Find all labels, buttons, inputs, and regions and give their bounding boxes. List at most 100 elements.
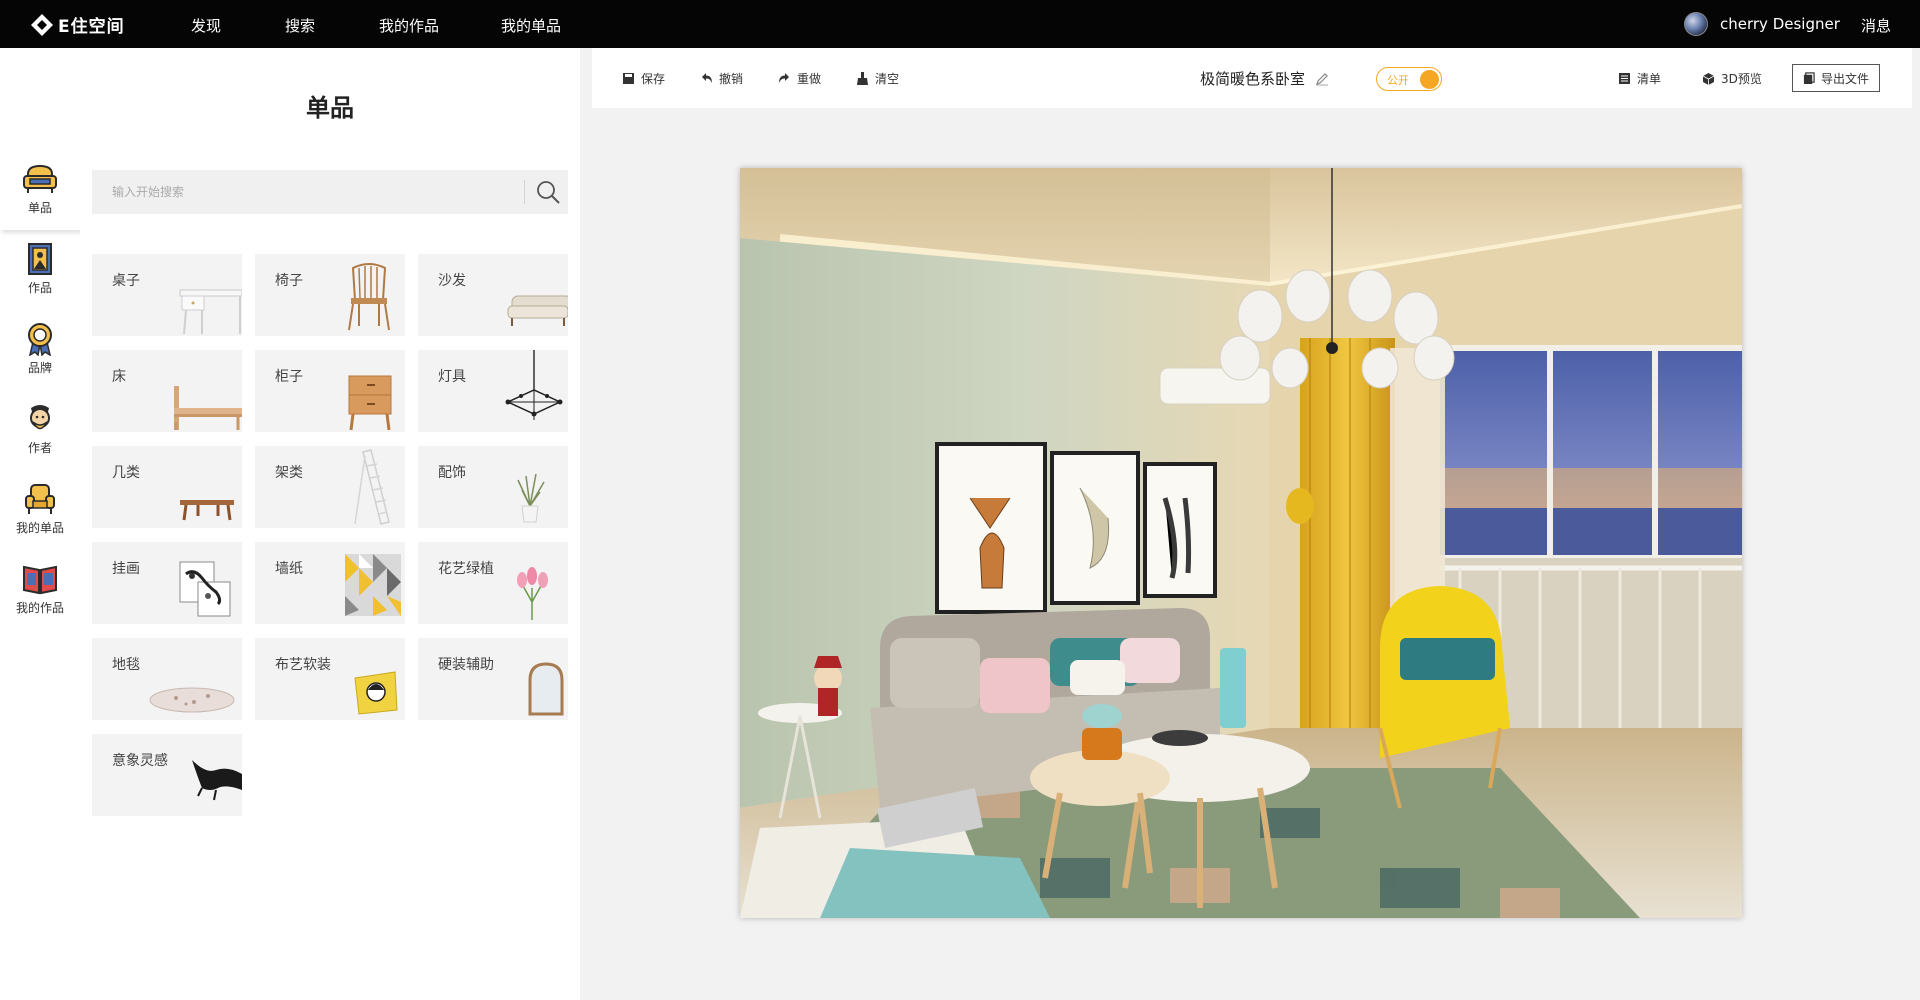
armchair-icon	[25, 484, 55, 514]
rail-item-my-items[interactable]: 我的单品	[0, 472, 80, 550]
category-label: 柜子	[275, 369, 303, 385]
wallpaper-pattern-icon	[345, 554, 401, 616]
rail-item-my-works[interactable]: 我的作品	[0, 552, 80, 630]
category-card-inspiration[interactable]: 意象灵感	[92, 734, 242, 816]
category-label: 意象灵感	[112, 753, 168, 769]
rail-item-label: 单品	[27, 201, 52, 215]
category-card-sofas[interactable]: 沙发	[418, 254, 568, 336]
undo-label: 撤销	[719, 72, 744, 86]
app-logo[interactable]: E住空间	[30, 12, 125, 37]
rail-item-authors[interactable]: 作者	[0, 392, 80, 470]
cushion-icon	[354, 671, 398, 715]
badge-icon	[28, 323, 52, 356]
items-panel: 单品 桌子 椅子 沙发	[80, 48, 580, 1000]
save-label: 保存	[641, 72, 666, 86]
category-label: 桌子	[112, 273, 140, 289]
category-label: 墙纸	[275, 561, 303, 577]
author-icon	[30, 405, 50, 430]
sofa-icon	[23, 164, 57, 193]
preview-3d-button[interactable]: 3D预览	[1702, 70, 1762, 87]
rail-item-label: 作品	[27, 281, 52, 295]
arched-mirror-icon	[528, 662, 564, 716]
list-label: 清单	[1637, 72, 1662, 86]
export-file-icon	[1803, 72, 1815, 84]
category-card-flowers-plants[interactable]: 花艺绿植	[418, 542, 568, 624]
table-icon	[179, 289, 242, 335]
document-title-text: 极简暖色系卧室	[1200, 70, 1306, 88]
abstract-sculpture-icon	[192, 760, 242, 801]
category-card-wallpaper[interactable]: 墙纸	[255, 542, 405, 624]
category-label: 花艺绿植	[438, 561, 494, 577]
top-navigation-bar: E住空间 发现 搜索 我的作品 我的单品 cherry Designer 消息	[0, 0, 1920, 48]
search-icon[interactable]	[534, 178, 562, 206]
visibility-toggle[interactable]: 公开	[1376, 67, 1442, 91]
list-icon	[1619, 73, 1630, 84]
rug-icon	[149, 687, 235, 713]
flower-bouquet-icon	[517, 567, 548, 620]
cabinet-icon	[348, 375, 392, 431]
redo-button[interactable]: 重做	[778, 70, 821, 87]
rail-item-works[interactable]: 作品	[0, 232, 80, 310]
preview-3d-label: 3D预览	[1721, 72, 1762, 86]
category-card-shelves[interactable]: 架类	[255, 446, 405, 528]
cube-icon	[1702, 73, 1715, 85]
category-label: 布艺软装	[275, 657, 331, 673]
document-title[interactable]: 极简暖色系卧室	[1200, 68, 1329, 89]
category-card-rugs[interactable]: 地毯	[92, 638, 242, 720]
category-card-hard-fittings[interactable]: 硬装辅助	[418, 638, 568, 720]
room-render-image	[740, 168, 1742, 918]
design-canvas[interactable]	[740, 168, 1742, 918]
logo-diamond-icon	[31, 13, 53, 36]
category-card-chairs[interactable]: 椅子	[255, 254, 405, 336]
category-card-tables[interactable]: 桌子	[92, 254, 242, 336]
save-button[interactable]: 保存	[622, 70, 665, 87]
rail-item-label: 我的单品	[15, 521, 64, 535]
clear-button[interactable]: 清空	[856, 70, 899, 87]
clear-label: 清空	[875, 72, 900, 86]
category-card-lamps[interactable]: 灯具	[418, 350, 568, 432]
user-name[interactable]: cherry Designer	[1720, 15, 1840, 33]
category-label: 挂画	[112, 561, 140, 577]
nav-my-items[interactable]: 我的单品	[501, 15, 561, 36]
category-card-paintings[interactable]: 挂画	[92, 542, 242, 624]
list-button[interactable]: 清单	[1618, 70, 1661, 87]
category-label: 硬装辅助	[438, 657, 494, 673]
open-book-icon	[23, 565, 57, 595]
save-icon	[623, 73, 634, 84]
rail-item-items[interactable]: 单品	[0, 152, 80, 230]
category-card-cabinets[interactable]: 柜子	[255, 350, 405, 432]
rail-item-label: 作者	[27, 441, 52, 455]
category-label: 床	[112, 369, 126, 385]
user-menu[interactable]: cherry Designer	[1684, 12, 1840, 36]
nav-my-works[interactable]: 我的作品	[379, 15, 439, 36]
category-card-soft-furnishings[interactable]: 布艺软装	[255, 638, 405, 720]
rail-item-label: 品牌	[27, 361, 52, 375]
nav-discover[interactable]: 发现	[191, 15, 221, 36]
avatar[interactable]	[1684, 12, 1708, 36]
messages-link[interactable]: 消息	[1861, 15, 1891, 36]
nav-search[interactable]: 搜索	[285, 15, 315, 36]
picture-frame-icon	[28, 243, 52, 275]
chandelier-icon	[505, 350, 563, 420]
coffee-table-icon	[180, 500, 234, 521]
search-input[interactable]	[92, 170, 522, 214]
chair-icon	[348, 263, 390, 331]
category-card-accessories[interactable]: 配饰	[418, 446, 568, 528]
category-card-side-tables[interactable]: 几类	[92, 446, 242, 528]
rail-item-brands[interactable]: 品牌	[0, 312, 80, 390]
potted-plant-icon	[517, 473, 545, 523]
app-logo-text: E住空间	[58, 17, 125, 37]
undo-icon	[702, 73, 712, 83]
category-label: 地毯	[112, 657, 140, 673]
edit-pencil-icon[interactable]	[1315, 72, 1329, 86]
export-button[interactable]: 导出文件	[1792, 64, 1880, 92]
category-label: 灯具	[438, 369, 466, 385]
category-card-beds[interactable]: 床	[92, 350, 242, 432]
undo-button[interactable]: 撤销	[700, 70, 743, 87]
redo-icon	[779, 73, 789, 83]
category-label: 椅子	[275, 273, 303, 289]
category-label: 几类	[112, 465, 140, 481]
editor-toolbar: 保存 撤销 重做 清空 极简暖色系卧室 公开 清单 3D预览 导出文件	[592, 48, 1912, 108]
wall-painting-icon	[179, 561, 231, 617]
search-box	[92, 170, 568, 214]
